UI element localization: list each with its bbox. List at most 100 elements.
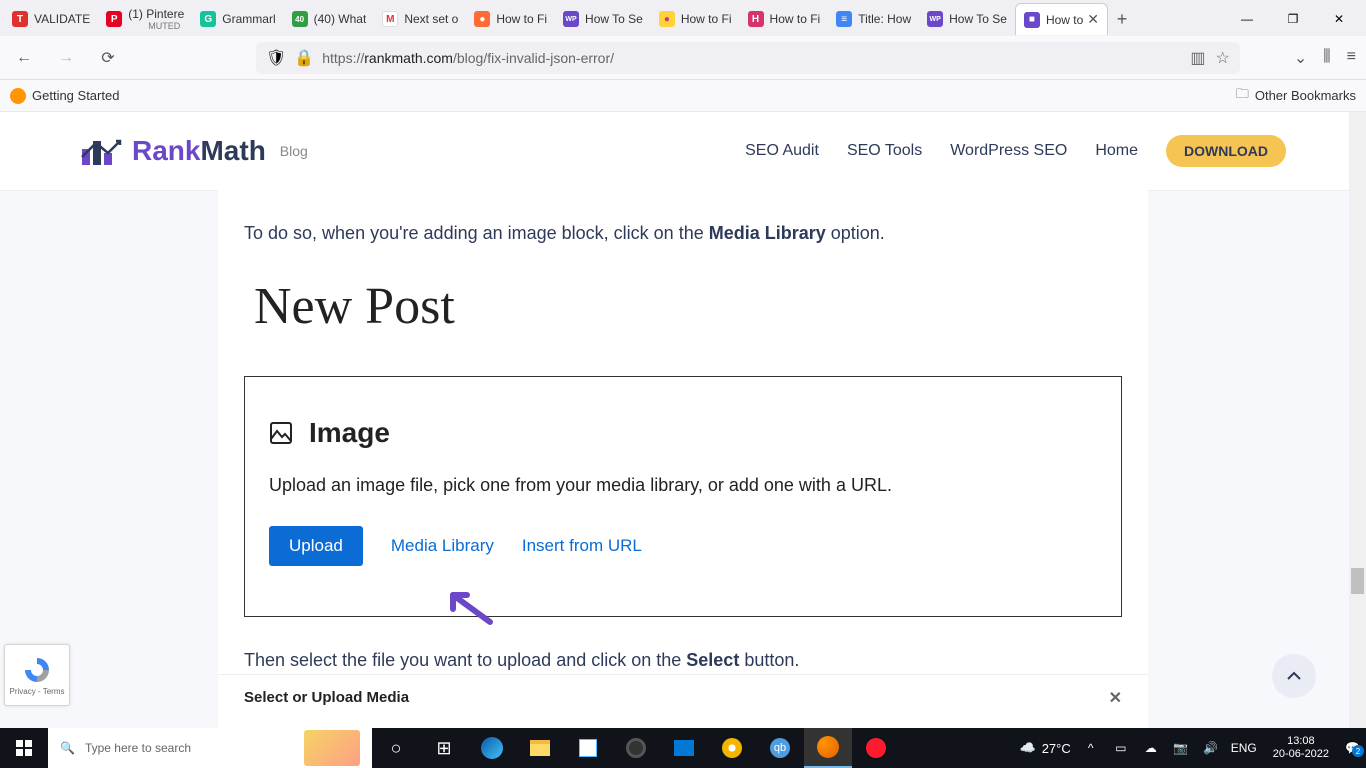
insert-from-url-link[interactable]: Insert from URL: [522, 536, 642, 556]
address-bar[interactable]: 🛡 🔒 https://rankmath.com/blog/fix-invali…: [256, 42, 1240, 74]
download-button[interactable]: DOWNLOAD: [1166, 135, 1286, 167]
tab-validate[interactable]: TVALIDATE: [4, 3, 98, 35]
favicon-icon: M: [382, 11, 398, 27]
menu-seo-audit[interactable]: SEO Audit: [745, 142, 819, 160]
tray-clock[interactable]: 13:0820-06-2022: [1267, 735, 1335, 761]
paragraph-1: To do so, when you're adding an image bl…: [218, 220, 1148, 247]
upload-button[interactable]: Upload: [269, 526, 363, 566]
taskbar-search[interactable]: 🔍 Type here to search: [48, 728, 372, 768]
taskbar-mail[interactable]: [660, 728, 708, 768]
tab-grammarly[interactable]: GGrammarl: [192, 3, 283, 35]
image-block-box: Image Upload an image file, pick one fro…: [244, 376, 1122, 617]
tray-notifications[interactable]: 💬2: [1345, 741, 1360, 755]
weather-widget[interactable]: ☁️27°C: [1020, 740, 1071, 756]
image-icon: [269, 421, 293, 445]
weather-icon: ☁️: [1020, 740, 1036, 756]
annotation-arrow-icon: [445, 587, 495, 627]
window-close-button[interactable]: ✕: [1316, 3, 1362, 35]
favicon-icon: H: [748, 11, 764, 27]
url-text: https://rankmath.com/blog/fix-invalid-js…: [322, 50, 1182, 66]
taskbar-opera2[interactable]: [852, 728, 900, 768]
modal-title: Select or Upload Media: [244, 689, 409, 706]
tray-language[interactable]: ENG: [1231, 741, 1257, 755]
taskbar-chrome-canary[interactable]: [708, 728, 756, 768]
taskbar-edge[interactable]: [468, 728, 516, 768]
favicon-icon: WP: [927, 11, 943, 27]
rankmath-logo-icon: [80, 135, 124, 167]
image-block-desc: Upload an image file, pick one from your…: [269, 475, 1097, 496]
favicon-icon: ●: [474, 11, 490, 27]
library-icon[interactable]: ⫼: [1323, 48, 1330, 68]
close-tab-icon[interactable]: ✕: [1087, 11, 1099, 28]
bookmark-star-icon[interactable]: ☆: [1216, 48, 1230, 68]
favicon-icon: WP: [563, 11, 579, 27]
tab-gmail[interactable]: MNext set o: [374, 3, 466, 35]
recaptcha-text: Privacy - Terms: [10, 687, 65, 696]
tray-meetnow-icon[interactable]: 📷: [1171, 741, 1191, 755]
app-menu-icon[interactable]: ≡: [1347, 48, 1356, 68]
tray-onedrive-icon[interactable]: ☁: [1141, 741, 1161, 755]
article-content: To do so, when you're adding an image bl…: [218, 190, 1148, 728]
new-tab-button[interactable]: +: [1108, 9, 1136, 30]
reader-mode-icon[interactable]: ▥: [1190, 48, 1205, 68]
firefox-icon: [10, 88, 26, 104]
recaptcha-icon: [22, 655, 52, 685]
taskbar-opera1[interactable]: [612, 728, 660, 768]
tab-howtose1[interactable]: WPHow To Se: [555, 3, 651, 35]
taskbar-store[interactable]: [564, 728, 612, 768]
embedded-screenshot: New Post Image Upload an image file, pic…: [244, 277, 1122, 617]
windows-taskbar: 🔍 Type here to search ○ ⊞ qb ☁️27°C ^ ▭ …: [0, 728, 1366, 768]
tab-howtofix2[interactable]: ●How to Fi: [651, 3, 740, 35]
search-placeholder: Type here to search: [85, 741, 294, 755]
tab-howtofix3[interactable]: HHow to Fi: [740, 3, 829, 35]
taskbar-taskview[interactable]: ⊞: [420, 728, 468, 768]
system-tray: ☁️27°C ^ ▭ ☁ 📷 🔊 ENG 13:0820-06-2022 💬2: [1020, 735, 1366, 761]
modal-header: Select or Upload Media ✕: [218, 674, 1148, 706]
image-block-title: Image: [309, 417, 390, 449]
modal-close-icon[interactable]: ✕: [1109, 688, 1122, 708]
scroll-to-top-button[interactable]: [1272, 654, 1316, 698]
tray-chevron-up-icon[interactable]: ^: [1081, 741, 1101, 755]
tab-howtose2[interactable]: WPHow To Se: [919, 3, 1015, 35]
tab-40what[interactable]: 40(40) What: [284, 3, 375, 35]
search-icon: 🔍: [60, 741, 75, 755]
menu-seo-tools[interactable]: SEO Tools: [847, 142, 922, 160]
taskbar-qbittorrent[interactable]: qb: [756, 728, 804, 768]
bookmark-getting-started[interactable]: Getting Started: [10, 88, 119, 104]
taskbar-firefox[interactable]: [804, 728, 852, 768]
other-bookmarks[interactable]: 🗀 Other Bookmarks: [1236, 85, 1356, 107]
chevron-up-icon: [1286, 671, 1302, 681]
tray-battery-icon[interactable]: ▭: [1111, 741, 1131, 755]
favicon-icon: G: [200, 11, 216, 27]
favicon-icon: ≡: [836, 11, 852, 27]
browser-tab-strip: TVALIDATE P(1) PintereMUTED GGrammarl 40…: [0, 0, 1366, 36]
search-highlight-icon: [304, 730, 360, 766]
recaptcha-badge[interactable]: Privacy - Terms: [4, 644, 70, 706]
back-button[interactable]: ←: [10, 44, 38, 72]
pocket-icon[interactable]: ⌄: [1294, 48, 1307, 68]
window-maximize-button[interactable]: ❐: [1270, 3, 1316, 35]
tray-volume-icon[interactable]: 🔊: [1201, 741, 1221, 755]
window-minimize-button[interactable]: —: [1224, 3, 1270, 35]
reload-button[interactable]: ⟳: [94, 44, 122, 72]
folder-icon: 🗀: [1236, 85, 1249, 107]
tab-pinterest[interactable]: P(1) PintereMUTED: [98, 3, 192, 35]
shield-icon[interactable]: 🛡: [266, 48, 286, 68]
taskbar-cortana[interactable]: ○: [372, 728, 420, 768]
forward-button[interactable]: →: [52, 44, 80, 72]
lock-icon[interactable]: 🔒: [294, 48, 314, 68]
taskbar-explorer[interactable]: [516, 728, 564, 768]
menu-home[interactable]: Home: [1095, 142, 1138, 160]
menu-wordpress-seo[interactable]: WordPress SEO: [950, 142, 1067, 160]
windows-icon: [16, 740, 32, 756]
start-button[interactable]: [0, 728, 48, 768]
page-scrollbar[interactable]: [1349, 112, 1366, 728]
screenshot-title: New Post: [254, 277, 1122, 336]
scrollbar-thumb[interactable]: [1351, 568, 1364, 594]
logo-blog-label: Blog: [280, 143, 308, 159]
site-logo[interactable]: RankMath Blog: [80, 135, 308, 167]
tab-howtofix1[interactable]: ●How to Fi: [466, 3, 555, 35]
tab-active[interactable]: ■How to✕: [1015, 3, 1108, 35]
tab-docs[interactable]: ≡Title: How: [828, 3, 919, 35]
media-library-link[interactable]: Media Library: [391, 536, 494, 556]
